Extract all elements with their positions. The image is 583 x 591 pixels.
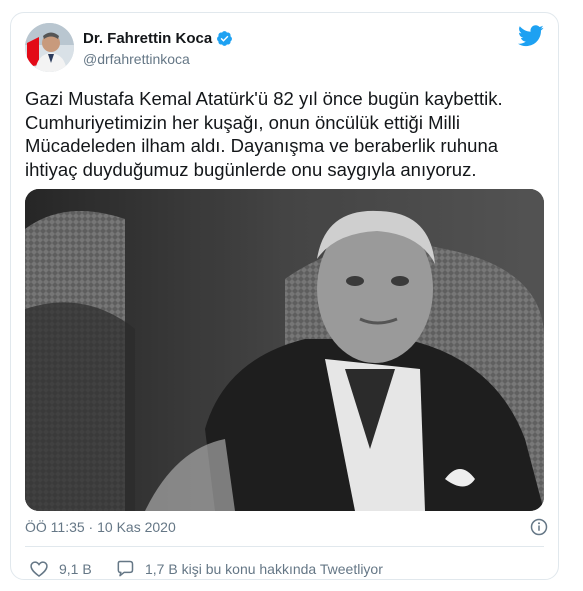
- speech-bubble-icon: [117, 560, 134, 577]
- author-name[interactable]: Dr. Fahrettin Koca: [83, 30, 212, 47]
- verified-badge-icon: [217, 31, 233, 46]
- tweet-timestamp[interactable]: ÖÖ 11:35 · 10 Kas 2020: [25, 519, 176, 535]
- author-name-row[interactable]: Dr. Fahrettin Koca: [83, 30, 233, 47]
- twitter-bird-icon[interactable]: [518, 25, 544, 47]
- author-handle[interactable]: @drfahrettinkoca: [83, 51, 190, 67]
- tweet-photo[interactable]: [25, 189, 544, 511]
- portrait-photo-image: [25, 189, 544, 511]
- conversation-label: 1,7 B kişi bu konu hakkında Tweetliyor: [145, 561, 383, 577]
- avatar-image: [25, 23, 74, 72]
- tweet-card: Dr. Fahrettin Koca @drfahrettinkoca Gazi…: [10, 12, 559, 580]
- info-icon[interactable]: [530, 518, 548, 536]
- avatar[interactable]: [25, 23, 74, 72]
- divider: [25, 546, 544, 547]
- tweet-text: Gazi Mustafa Kemal Atatürk'ü 82 yıl önce…: [25, 88, 503, 180]
- conversation-button[interactable]: 1,7 B kişi bu konu hakkında Tweetliyor: [115, 559, 383, 579]
- like-button[interactable]: 9,1 B: [29, 559, 92, 579]
- heart-icon: [30, 561, 48, 578]
- like-count: 9,1 B: [59, 561, 92, 577]
